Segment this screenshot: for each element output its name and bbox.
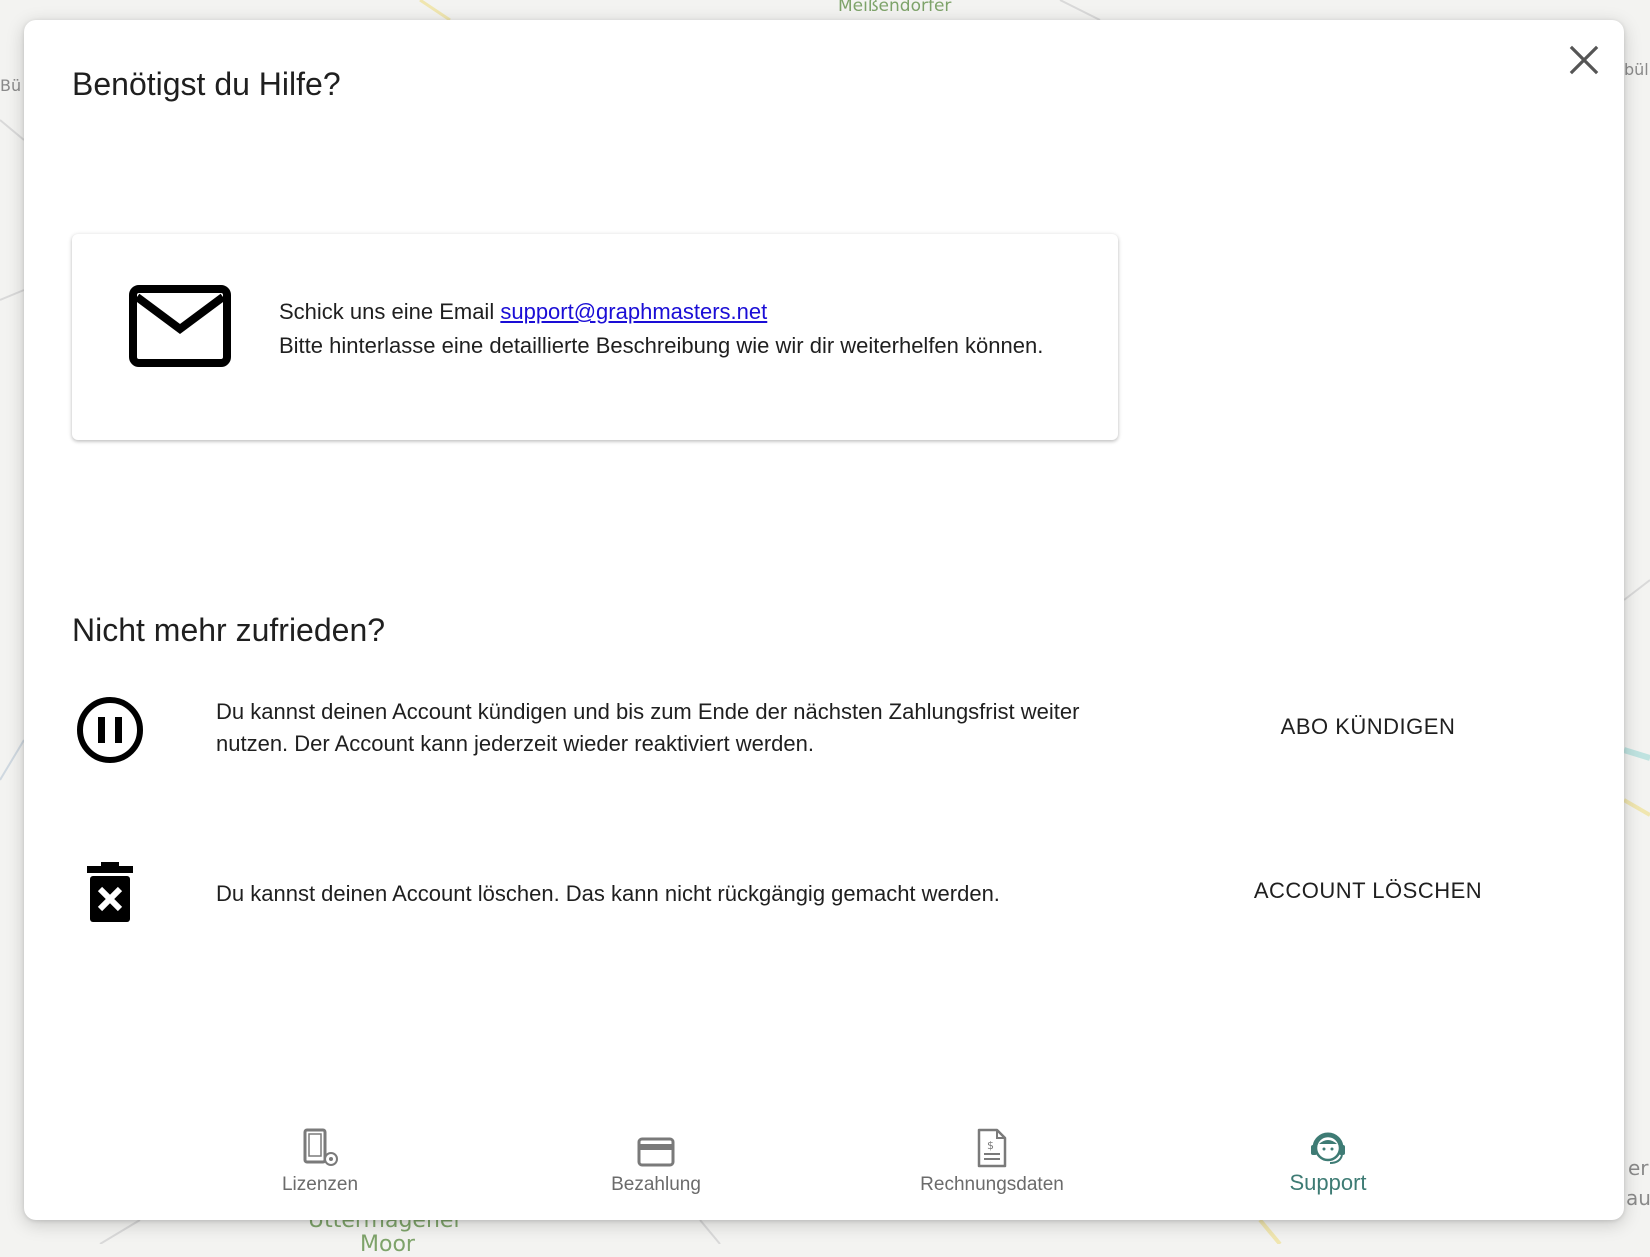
nav-label-lizenzen: Lizenzen <box>282 1174 358 1196</box>
section-title-unsatisfied: Nicht mehr zufrieden? <box>72 612 385 649</box>
support-email-link[interactable]: support@graphmasters.net <box>500 299 767 324</box>
invoice-icon: $ <box>976 1128 1008 1168</box>
email-prefix: Schick uns eine Email <box>279 299 494 324</box>
credit-card-icon <box>637 1136 675 1168</box>
map-label-meissendorfer: Meißendorfer <box>838 0 951 16</box>
device-settings-icon <box>300 1128 340 1168</box>
email-card-text: Schick uns eine Email support@graphmaste… <box>279 295 1043 363</box>
cancel-subscription-button[interactable]: ABO KÜNDIGEN <box>1248 714 1488 740</box>
nav-label-rechnungsdaten: Rechnungsdaten <box>920 1174 1064 1196</box>
map-label-moor: Moor <box>360 1232 415 1257</box>
delete-account-text: Du kannst deinen Account löschen. Das ka… <box>216 878 1176 910</box>
map-label-er: er <box>1628 1156 1649 1180</box>
nav-tab-rechnungsdaten[interactable]: $ Rechnungsdaten <box>892 1122 1092 1210</box>
delete-account-row: Du kannst deinen Account löschen. Das ka… <box>72 862 1552 926</box>
nav-tab-lizenzen[interactable]: Lizenzen <box>220 1122 420 1210</box>
page-title: Benötigst du Hilfe? <box>72 66 341 103</box>
support-dialog: Benötigst du Hilfe? Schick uns eine Emai… <box>24 20 1624 1220</box>
delete-account-button[interactable]: ACCOUNT LÖSCHEN <box>1248 878 1488 904</box>
bottom-navigation: Lizenzen Bezahlung $ Rechnungsdaten <box>24 1110 1624 1220</box>
email-line-1: Schick uns eine Email support@graphmaste… <box>279 295 1043 329</box>
email-line-2: Bitte hinterlasse eine detaillierte Besc… <box>279 329 1043 363</box>
nav-tab-support[interactable]: Support <box>1228 1122 1428 1210</box>
nav-label-support: Support <box>1289 1170 1366 1196</box>
cancel-subscription-text: Du kannst deinen Account kündigen und bi… <box>216 696 1116 760</box>
email-support-card: Schick uns eine Email support@graphmaste… <box>72 234 1118 440</box>
cancel-subscription-row: Du kannst deinen Account kündigen und bi… <box>72 696 1552 772</box>
pause-circle-icon <box>76 696 144 764</box>
nav-label-bezahlung: Bezahlung <box>611 1174 701 1196</box>
svg-text:$: $ <box>987 1139 994 1152</box>
close-icon <box>1569 45 1599 75</box>
map-label-bue: Bü <box>0 76 21 95</box>
close-button[interactable] <box>1564 40 1604 80</box>
trash-x-icon <box>87 862 133 922</box>
nav-tab-bezahlung[interactable]: Bezahlung <box>556 1122 756 1210</box>
map-label-aue: aue <box>1626 1186 1650 1210</box>
map-label-buel: bül <box>1624 60 1649 79</box>
headset-support-icon <box>1310 1128 1346 1168</box>
mail-icon <box>129 285 231 367</box>
